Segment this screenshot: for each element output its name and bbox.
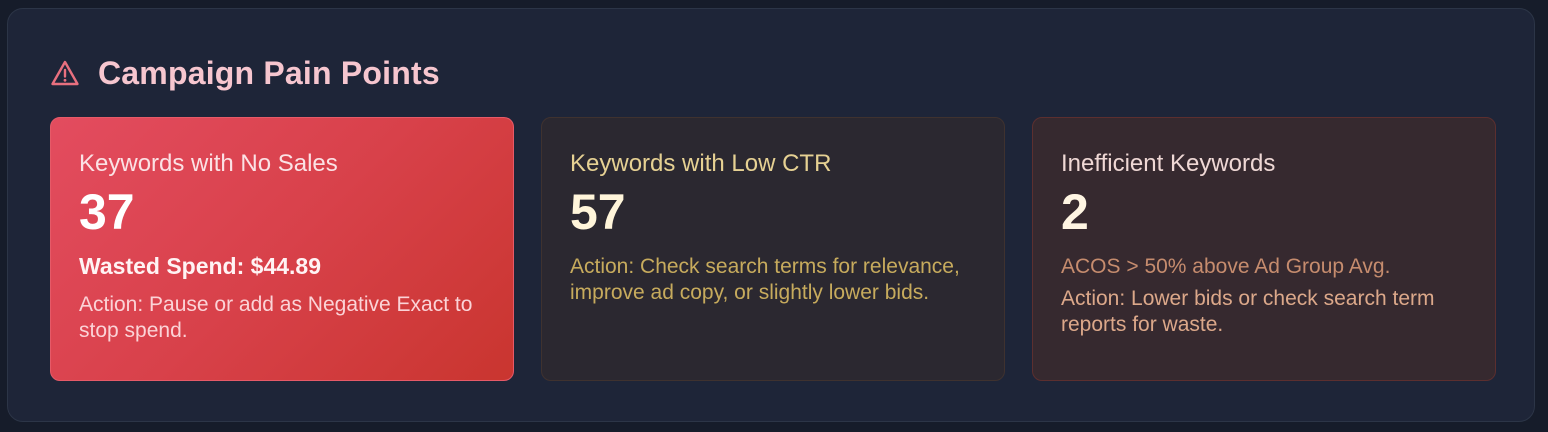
- panel-header: Campaign Pain Points: [50, 53, 440, 93]
- card-label: Keywords with No Sales: [79, 150, 338, 177]
- card-label: Inefficient Keywords: [1061, 150, 1276, 177]
- card-value: 37: [79, 184, 135, 240]
- card-label: Keywords with Low CTR: [570, 150, 832, 177]
- no-sales-keywords-card[interactable]: Keywords with No Sales 37 Wasted Spend: …: [50, 117, 514, 381]
- card-action: Action: Lower bids or check search term …: [1061, 287, 1435, 336]
- card-action: Action: Pause or add as Negative Exact t…: [79, 293, 473, 342]
- card-action: Action: Check search terms for relevance…: [570, 255, 960, 304]
- low-ctr-keywords-card[interactable]: Keywords with Low CTR 57 Action: Check s…: [541, 117, 1005, 381]
- panel-title: Campaign Pain Points: [98, 54, 440, 91]
- wasted-spend: Wasted Spend: $44.89: [79, 253, 322, 279]
- card-value: 57: [570, 184, 626, 240]
- warning-triangle-icon: [50, 59, 80, 87]
- card-value: 2: [1061, 184, 1089, 240]
- acos-note: ACOS > 50% above Ad Group Avg.: [1061, 255, 1391, 278]
- pain-points-panel: Campaign Pain Points Keywords with No Sa…: [7, 8, 1535, 422]
- inefficient-keywords-card[interactable]: Inefficient Keywords 2 ACOS > 50% above …: [1032, 117, 1496, 381]
